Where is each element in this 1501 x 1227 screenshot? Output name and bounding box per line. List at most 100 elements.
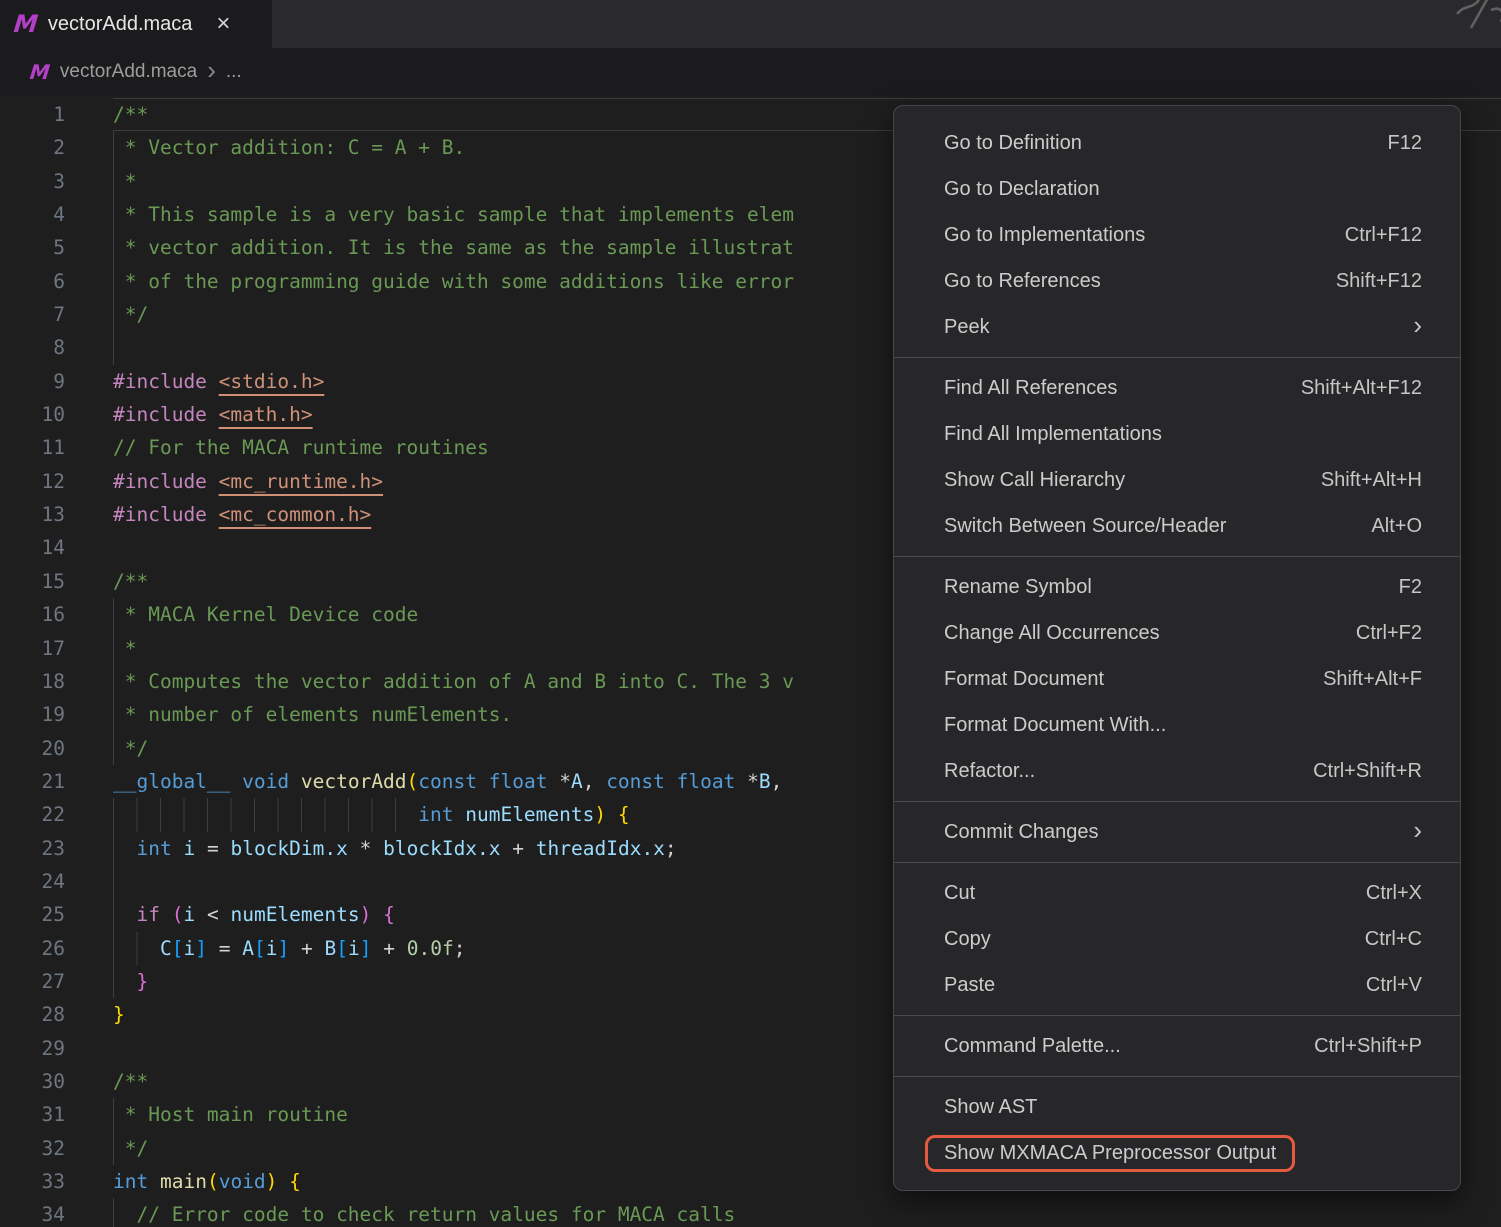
menu-item-label: Find All Implementations [944,423,1422,446]
menu-item-label: Commit Changes [944,821,1413,844]
menu-item-label: Go to References [944,270,1336,293]
tab-vectoradd-maca[interactable]: M vectorAdd.maca × [0,0,272,48]
menu-item-rename-symbol[interactable]: Rename SymbolF2 [894,564,1460,610]
menu-item-shortcut: Ctrl+C [1365,928,1422,951]
menu-item-go-to-definition[interactable]: Go to DefinitionF12 [894,120,1460,166]
menu-item-label: Copy [944,928,1365,951]
menu-item-label: Rename Symbol [944,576,1399,599]
menu-item-go-to-declaration[interactable]: Go to Declaration [894,166,1460,212]
line-number: 23 [0,832,65,865]
line-number: 17 [0,632,65,665]
menu-item-find-all-references[interactable]: Find All ReferencesShift+Alt+F12 [894,365,1460,411]
menu-item-label: Show Call Hierarchy [944,469,1321,492]
line-text: // Error code to check return values for… [113,1198,1501,1227]
line-number: 1 [0,98,65,131]
menu-item-label: Show MXMACA Preprocessor Output [944,1135,1422,1172]
menu-item-refactor[interactable]: Refactor...Ctrl+Shift+R [894,748,1460,794]
line-number: 9 [0,365,65,398]
menu-item-copy[interactable]: CopyCtrl+C [894,916,1460,962]
menu-item-cut[interactable]: CutCtrl+X [894,870,1460,916]
menu-separator [894,357,1460,358]
menu-item-shortcut: Shift+F12 [1336,270,1422,293]
submenu-chevron-icon: › [1413,312,1422,342]
menu-item-format-document-with[interactable]: Format Document With... [894,702,1460,748]
line-number: 32 [0,1132,65,1165]
menu-item-change-all-occurrences[interactable]: Change All OccurrencesCtrl+F2 [894,610,1460,656]
line-number: 16 [0,598,65,631]
menu-separator [894,1076,1460,1077]
tab-bar: M vectorAdd.maca × [0,0,1501,48]
menu-item-label: Refactor... [944,760,1313,783]
line-number: 26 [0,932,65,965]
close-tab-icon[interactable]: × [216,12,230,36]
breadcrumb-more[interactable]: ... [226,61,242,83]
menu-item-shortcut: Ctrl+V [1366,974,1422,997]
submenu-chevron-icon: › [1413,817,1422,847]
menu-item-switch-between-source-header[interactable]: Switch Between Source/HeaderAlt+O [894,503,1460,549]
line-number: 24 [0,865,65,898]
line-number: 14 [0,531,65,564]
menu-item-shortcut: Ctrl+F12 [1345,224,1422,247]
menu-item-label: Go to Definition [944,132,1388,155]
menu-item-shortcut: F2 [1399,576,1422,599]
menu-item-label: Format Document [944,668,1323,691]
breadcrumb-file[interactable]: vectorAdd.maca [60,61,197,83]
menu-item-show-mxmaca-preprocessor-output[interactable]: Show MXMACA Preprocessor Output [894,1130,1460,1176]
menu-item-label: Switch Between Source/Header [944,515,1371,538]
menu-item-label: Change All Occurrences [944,622,1356,645]
menu-item-go-to-implementations[interactable]: Go to ImplementationsCtrl+F12 [894,212,1460,258]
menu-item-format-document[interactable]: Format DocumentShift+Alt+F [894,656,1460,702]
line-number: 19 [0,698,65,731]
line-number: 8 [0,331,65,364]
line-number: 2 [0,131,65,164]
menu-item-label: Find All References [944,377,1301,400]
line-number: 11 [0,431,65,464]
menu-item-find-all-implementations[interactable]: Find All Implementations [894,411,1460,457]
line-number: 27 [0,965,65,998]
code-line[interactable]: 34 // Error code to check return values … [0,1198,1501,1227]
menu-item-paste[interactable]: PasteCtrl+V [894,962,1460,1008]
menu-item-shortcut: Shift+Alt+F [1323,668,1422,691]
menu-item-show-ast[interactable]: Show AST [894,1084,1460,1130]
line-number: 29 [0,1032,65,1065]
menu-item-label: Show AST [944,1096,1422,1119]
menu-item-shortcut: Ctrl+F2 [1356,622,1422,645]
menu-item-label: Cut [944,882,1366,905]
menu-item-shortcut: Ctrl+Shift+R [1313,760,1422,783]
menu-item-show-call-hierarchy[interactable]: Show Call HierarchyShift+Alt+H [894,457,1460,503]
menu-item-label: Go to Implementations [944,224,1345,247]
menu-item-go-to-references[interactable]: Go to ReferencesShift+F12 [894,258,1460,304]
menu-item-shortcut: Ctrl+X [1366,882,1422,905]
menu-item-shortcut: Shift+Alt+H [1321,469,1422,492]
line-number: 5 [0,231,65,264]
menu-item-label: Paste [944,974,1366,997]
maca-file-icon: M [13,12,39,36]
line-number: 31 [0,1098,65,1131]
line-number: 33 [0,1165,65,1198]
menu-item-label: Go to Declaration [944,178,1422,201]
line-number: 3 [0,165,65,198]
maca-file-icon: M [29,62,51,82]
line-number: 30 [0,1065,65,1098]
line-number: 6 [0,265,65,298]
line-number: 20 [0,732,65,765]
line-number: 22 [0,798,65,831]
breadcrumb: M vectorAdd.maca › ... [0,48,1501,95]
menu-item-shortcut: Ctrl+Shift+P [1314,1035,1422,1058]
menu-item-command-palette[interactable]: Command Palette...Ctrl+Shift+P [894,1023,1460,1069]
menu-separator [894,862,1460,863]
line-number: 12 [0,465,65,498]
menu-item-peek[interactable]: Peek› [894,304,1460,350]
line-number: 15 [0,565,65,598]
menu-item-label: Format Document With... [944,714,1422,737]
line-number: 7 [0,298,65,331]
annotation-highlight-box: Show MXMACA Preprocessor Output [925,1135,1295,1172]
menu-item-label: Command Palette... [944,1035,1314,1058]
menu-item-label: Peek [944,316,1413,339]
menu-separator [894,556,1460,557]
chevron-right-icon: › [207,57,216,87]
menu-item-commit-changes[interactable]: Commit Changes› [894,809,1460,855]
line-number: 13 [0,498,65,531]
menu-separator [894,801,1460,802]
line-number: 4 [0,198,65,231]
